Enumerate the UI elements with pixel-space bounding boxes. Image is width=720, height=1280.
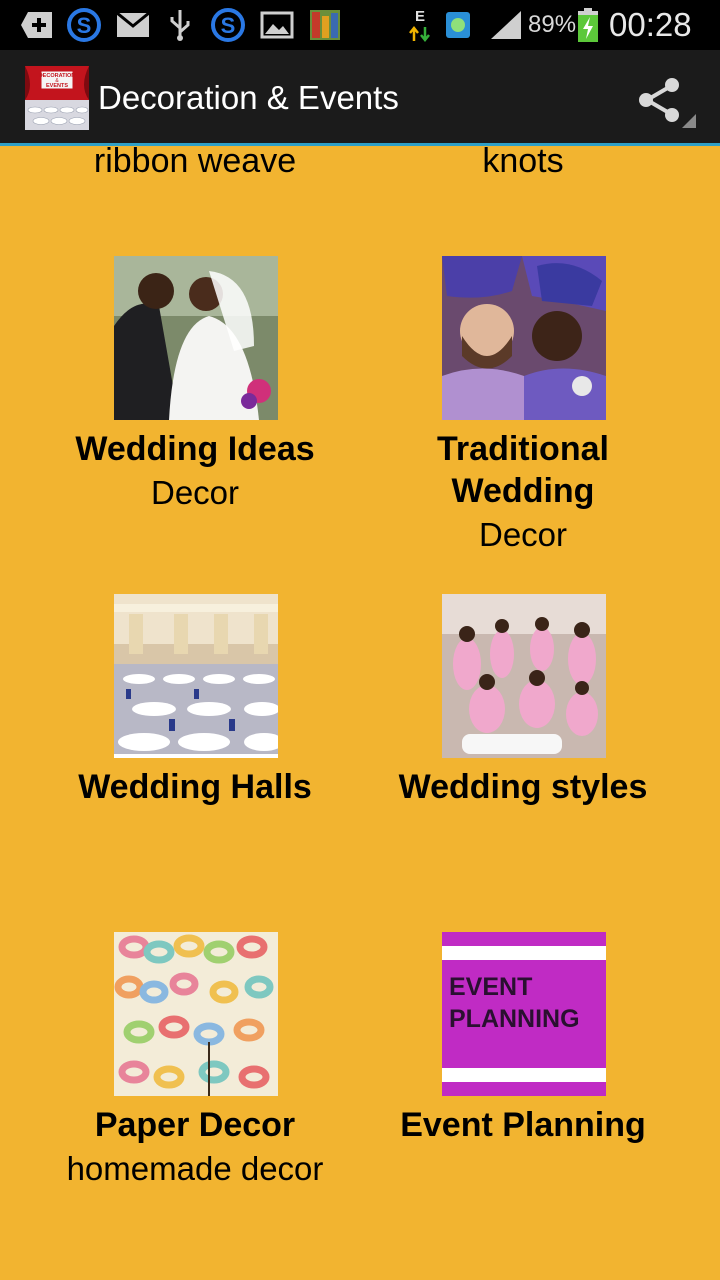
item-title: Paper Decor: [94, 1106, 296, 1144]
signal-icon: [488, 8, 524, 42]
share-button[interactable]: [630, 68, 700, 132]
item-title: Traditional Wedding: [437, 430, 609, 510]
grid-item-wedding-halls[interactable]: Wedding Halls: [15, 766, 375, 808]
item-title: Event Planning: [400, 1106, 646, 1144]
grid-item-wedding-ideas[interactable]: Wedding Ideas Decor: [15, 428, 375, 516]
globe-icon: [444, 8, 472, 42]
grid-item-paper-decor[interactable]: Paper Decor homemade decor: [15, 1104, 375, 1192]
paper-chain-photo[interactable]: [114, 932, 278, 1096]
item-title: knots: [482, 142, 564, 180]
action-bar: DECORATION & EVENTS Decoration & Events: [0, 50, 720, 146]
usb-icon: [164, 8, 196, 42]
svg-text:PLANNING: PLANNING: [449, 1005, 580, 1033]
svg-text:EVENT: EVENT: [449, 973, 532, 1001]
skype-icon: S: [208, 8, 248, 42]
item-subtitle: homemade decor: [66, 1150, 324, 1187]
decoration-events-logo[interactable]: DECORATION & EVENTS: [25, 66, 89, 130]
battery-percent: 89%: [528, 11, 577, 38]
grid-item-event-planning[interactable]: Event Planning: [343, 1104, 703, 1146]
skype-icon: S: [64, 8, 104, 42]
grid-item-knots[interactable]: knots: [343, 138, 703, 184]
item-subtitle: Decor: [478, 516, 568, 553]
svg-text:EVENTS: EVENTS: [46, 83, 68, 89]
grid-item-wedding-styles[interactable]: Wedding styles: [343, 766, 703, 808]
app-icon: [306, 8, 344, 42]
share-icon: [639, 78, 696, 128]
clock: 00:28: [609, 6, 692, 43]
grid-item-traditional-wedding[interactable]: Traditional Wedding Decor: [343, 428, 703, 558]
svg-text:E: E: [415, 8, 425, 25]
svg-text:S: S: [221, 13, 236, 38]
item-title: Wedding styles: [398, 768, 648, 806]
mail-icon: [114, 8, 152, 42]
app-title: Decoration & Events: [98, 79, 399, 116]
image-icon: [258, 8, 296, 42]
traditional-wedding-photo[interactable]: [442, 256, 606, 420]
event-planning-graphic[interactable]: EVENT PLANNING: [442, 932, 606, 1096]
wedding-couple-photo[interactable]: [114, 256, 278, 420]
item-subtitle: Decor: [150, 474, 240, 511]
svg-text:S: S: [77, 13, 92, 38]
item-title: Wedding Halls: [78, 768, 312, 806]
data-arrows-icon: E: [408, 8, 432, 43]
battery-charging-icon: [576, 8, 600, 42]
grid-item-ribbon-weave[interactable]: ribbon weave: [15, 138, 375, 184]
wedding-hall-photo[interactable]: [114, 594, 278, 758]
item-title: Wedding Ideas: [75, 430, 315, 468]
bridesmaids-photo[interactable]: [442, 594, 606, 758]
item-title: ribbon weave: [93, 142, 297, 180]
status-bar: S S E 89% 00:28: [0, 0, 720, 50]
add-box-icon: [18, 8, 56, 42]
